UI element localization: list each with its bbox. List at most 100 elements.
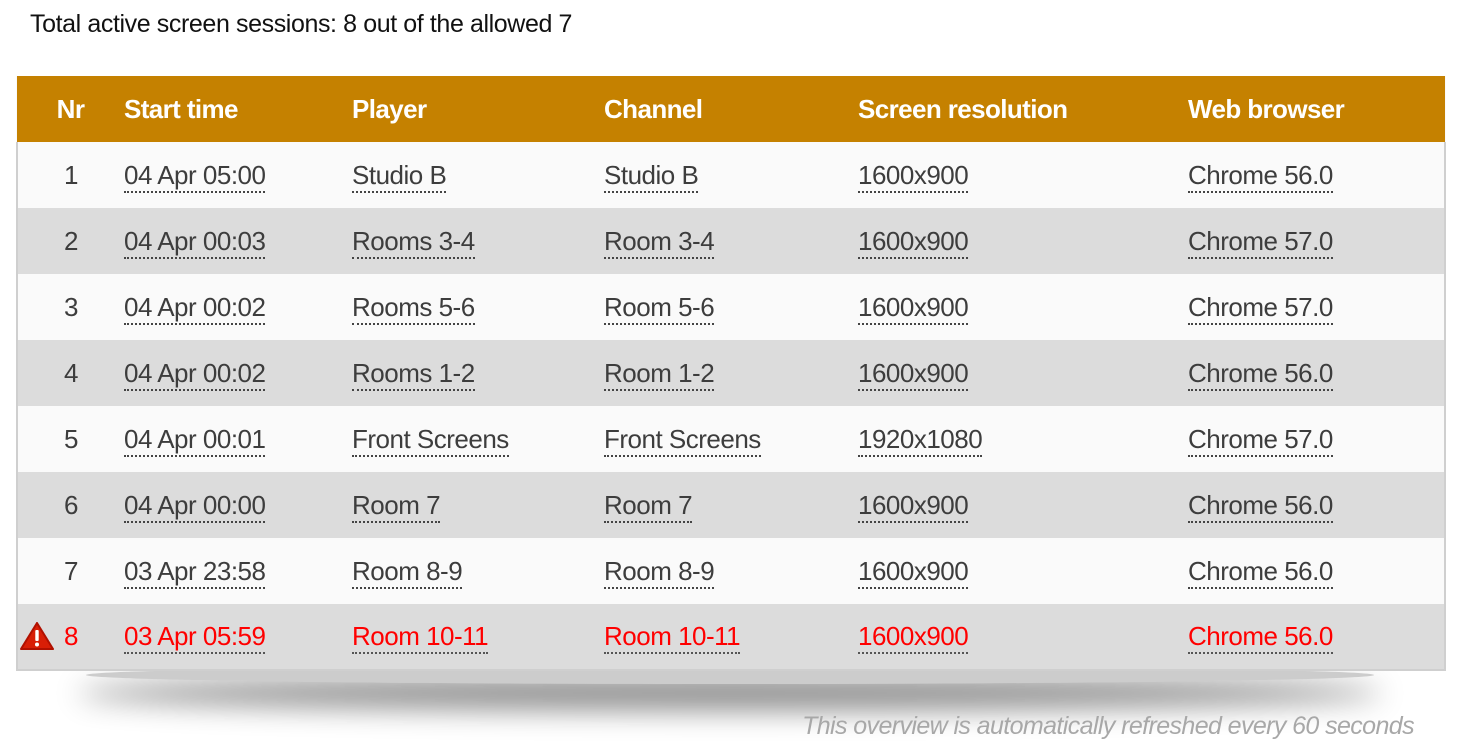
cell-nr: 6 (17, 472, 124, 538)
cell-player: Room 10-11 (352, 604, 604, 670)
channel-value[interactable]: Room 3-4 (604, 225, 715, 259)
start-time-value[interactable]: 04 Apr 05:00 (124, 159, 266, 193)
channel-value[interactable]: Studio B (604, 159, 699, 193)
cell-screen-resolution: 1600x900 (858, 472, 1188, 538)
cell-screen-resolution: 1600x900 (858, 142, 1188, 208)
session-number: 6 (64, 489, 78, 520)
web-browser-value[interactable]: Chrome 56.0 (1188, 555, 1333, 589)
cell-player: Studio B (352, 142, 604, 208)
screen-resolution-value[interactable]: 1600x900 (858, 357, 969, 391)
session-number: 4 (64, 357, 78, 388)
screen-resolution-value[interactable]: 1920x1080 (858, 423, 983, 457)
web-browser-value[interactable]: Chrome 56.0 (1188, 159, 1333, 193)
screen-resolution-value[interactable]: 1600x900 (858, 489, 969, 523)
cell-channel: Room 8-9 (604, 538, 858, 604)
player-value[interactable]: Front Screens (352, 423, 509, 457)
cell-player: Front Screens (352, 406, 604, 472)
cell-start-time: 04 Apr 05:00 (124, 142, 352, 208)
player-value[interactable]: Studio B (352, 159, 447, 193)
session-number: 3 (64, 291, 78, 322)
player-value[interactable]: Room 10-11 (352, 621, 489, 654)
session-number: 5 (64, 423, 78, 454)
web-browser-value[interactable]: Chrome 56.0 (1188, 489, 1333, 523)
cell-channel: Room 5-6 (604, 274, 858, 340)
cell-player: Room 8-9 (352, 538, 604, 604)
start-time-value[interactable]: 04 Apr 00:00 (124, 489, 266, 523)
cell-channel: Studio B (604, 142, 858, 208)
start-time-value[interactable]: 04 Apr 00:02 (124, 291, 266, 325)
cell-start-time: 04 Apr 00:03 (124, 208, 352, 274)
web-browser-value[interactable]: Chrome 57.0 (1188, 291, 1333, 325)
cell-nr: 2 (17, 208, 124, 274)
cell-nr: 7 (17, 538, 124, 604)
session-summary: Total active screen sessions: 8 out of t… (30, 10, 573, 38)
start-time-value[interactable]: 04 Apr 00:03 (124, 225, 266, 259)
session-row: 2 04 Apr 00:03 Rooms 3-4 Room 3-4 1600x9… (17, 208, 1445, 274)
column-header-nr: Nr (56, 93, 85, 124)
cell-screen-resolution: 1600x900 (858, 208, 1188, 274)
cell-nr: 4 (17, 340, 124, 406)
session-number: 2 (64, 225, 78, 256)
cell-channel: Room 3-4 (604, 208, 858, 274)
session-row: 5 04 Apr 00:01 Front Screens Front Scree… (17, 406, 1445, 472)
cell-web-browser: Chrome 56.0 (1188, 472, 1445, 538)
screen-resolution-value[interactable]: 1600x900 (858, 291, 969, 325)
screen-resolution-value[interactable]: 1600x900 (858, 225, 969, 259)
column-header-channel: Channel (604, 93, 703, 124)
channel-value[interactable]: Room 7 (604, 489, 693, 523)
channel-value[interactable]: Front Screens (604, 423, 761, 457)
cell-web-browser: Chrome 56.0 (1188, 604, 1445, 670)
session-row: 3 04 Apr 00:02 Rooms 5-6 Room 5-6 1600x9… (17, 274, 1445, 340)
cell-screen-resolution: 1600x900 (858, 604, 1188, 670)
cell-channel: Front Screens (604, 406, 858, 472)
cell-start-time: 04 Apr 00:02 (124, 274, 352, 340)
cell-screen-resolution: 1600x900 (858, 274, 1188, 340)
cell-nr: 3 (17, 274, 124, 340)
cell-start-time: 04 Apr 00:01 (124, 406, 352, 472)
cell-channel: Room 10-11 (604, 604, 858, 670)
channel-value[interactable]: Room 8-9 (604, 555, 715, 589)
cell-start-time: 04 Apr 00:00 (124, 472, 352, 538)
channel-value[interactable]: Room 1-2 (604, 357, 715, 391)
web-browser-value[interactable]: Chrome 56.0 (1188, 621, 1333, 654)
cell-web-browser: Chrome 56.0 (1188, 538, 1445, 604)
web-browser-value[interactable]: Chrome 57.0 (1188, 225, 1333, 259)
player-value[interactable]: Room 8-9 (352, 555, 463, 589)
cell-nr: 8 (17, 604, 124, 670)
session-row: 7 03 Apr 23:58 Room 8-9 Room 8-9 1600x90… (17, 538, 1445, 604)
session-row: 1 04 Apr 05:00 Studio B Studio B 1600x90… (17, 142, 1445, 208)
cell-web-browser: Chrome 57.0 (1188, 208, 1445, 274)
session-number: 1 (64, 159, 78, 190)
start-time-value[interactable]: 03 Apr 05:59 (124, 621, 266, 654)
session-row: 4 04 Apr 00:02 Rooms 1-2 Room 1-2 1600x9… (17, 340, 1445, 406)
cell-channel: Room 1-2 (604, 340, 858, 406)
cell-nr: 5 (17, 406, 124, 472)
web-browser-value[interactable]: Chrome 57.0 (1188, 423, 1333, 457)
cell-player: Rooms 5-6 (352, 274, 604, 340)
player-value[interactable]: Rooms 1-2 (352, 357, 475, 391)
web-browser-value[interactable]: Chrome 56.0 (1188, 357, 1333, 391)
screen-resolution-value[interactable]: 1600x900 (858, 621, 969, 654)
column-header-web-browser: Web browser (1188, 93, 1345, 124)
cell-channel: Room 7 (604, 472, 858, 538)
cell-player: Room 7 (352, 472, 604, 538)
start-time-value[interactable]: 03 Apr 23:58 (124, 555, 266, 589)
cell-start-time: 03 Apr 23:58 (124, 538, 352, 604)
column-header-player: Player (352, 93, 427, 124)
start-time-value[interactable]: 04 Apr 00:02 (124, 357, 266, 391)
player-value[interactable]: Rooms 3-4 (352, 225, 475, 259)
session-row: 6 04 Apr 00:00 Room 7 Room 7 1600x900 Ch… (17, 472, 1445, 538)
refresh-note: This overview is automatically refreshed… (802, 712, 1415, 740)
start-time-value[interactable]: 04 Apr 00:01 (124, 423, 266, 457)
channel-value[interactable]: Room 10-11 (604, 621, 741, 654)
screen-resolution-value[interactable]: 1600x900 (858, 159, 969, 193)
cell-web-browser: Chrome 56.0 (1188, 142, 1445, 208)
channel-value[interactable]: Room 5-6 (604, 291, 715, 325)
cell-screen-resolution: 1600x900 (858, 340, 1188, 406)
session-number: 7 (64, 555, 78, 586)
player-value[interactable]: Room 7 (352, 489, 441, 523)
screen-resolution-value[interactable]: 1600x900 (858, 555, 969, 589)
cell-web-browser: Chrome 57.0 (1188, 274, 1445, 340)
player-value[interactable]: Rooms 5-6 (352, 291, 475, 325)
cell-player: Rooms 3-4 (352, 208, 604, 274)
